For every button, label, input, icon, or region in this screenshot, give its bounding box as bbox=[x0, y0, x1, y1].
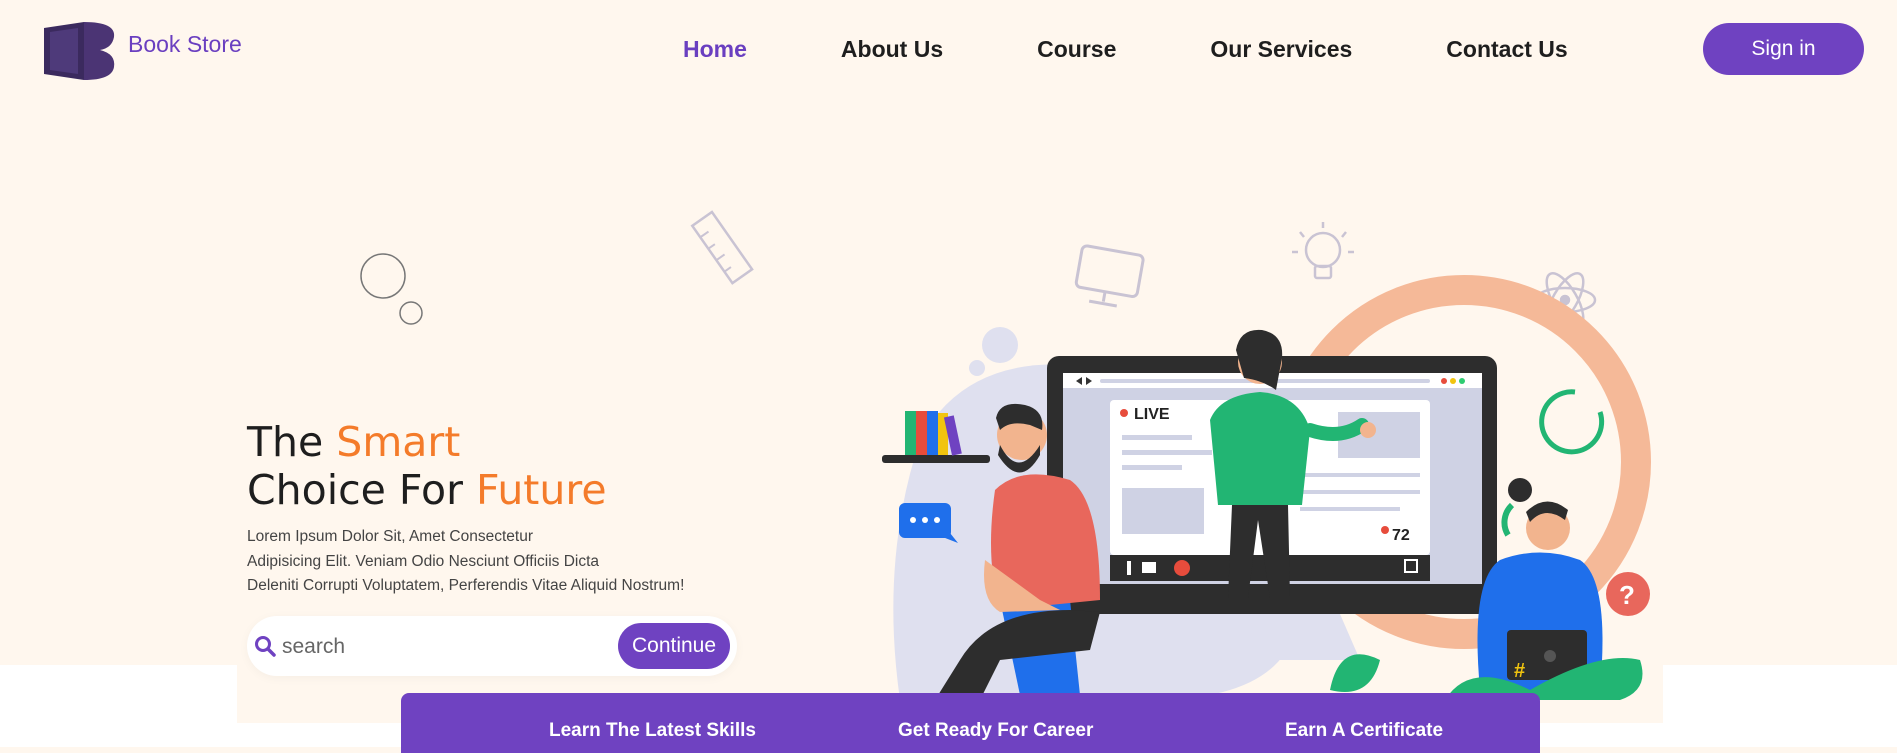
description-line: Deleniti Corrupti Voluptatem, Perferendi… bbox=[247, 577, 685, 594]
live-label: LIVE bbox=[1134, 406, 1170, 423]
feature-learn-skills: Learn The Latest Skills bbox=[549, 720, 756, 741]
viewer-count: 72 bbox=[1392, 527, 1410, 544]
features-bar: Learn The Latest Skills Get Ready For Ca… bbox=[401, 693, 1540, 753]
search-icon bbox=[254, 635, 276, 662]
continue-button[interactable]: Continue bbox=[618, 623, 730, 669]
svg-text:?: ? bbox=[1619, 580, 1635, 610]
feature-career: Get Ready For Career bbox=[898, 720, 1094, 741]
feature-certificate: Earn A Certificate bbox=[1285, 720, 1444, 741]
headline-accent-1: Smart bbox=[336, 418, 461, 466]
headline-accent-2: Future bbox=[475, 466, 607, 514]
hero-headline: The Smart Choice For Future bbox=[247, 418, 607, 514]
search-bar: Continue bbox=[247, 616, 737, 676]
headline-prefix-1: The bbox=[247, 418, 337, 466]
hero-description: Lorem Ipsum Dolor Sit, Amet Consectetur … bbox=[247, 525, 684, 599]
description-line: Adipisicing Elit. Veniam Odio Nesciunt O… bbox=[247, 552, 600, 570]
description-line: Lorem Ipsum Dolor Sit, Amet Consectetur bbox=[247, 528, 534, 545]
search-input[interactable] bbox=[280, 629, 584, 665]
headline-prefix-2: Choice For bbox=[247, 466, 476, 514]
svg-text:#: # bbox=[1514, 660, 1525, 682]
